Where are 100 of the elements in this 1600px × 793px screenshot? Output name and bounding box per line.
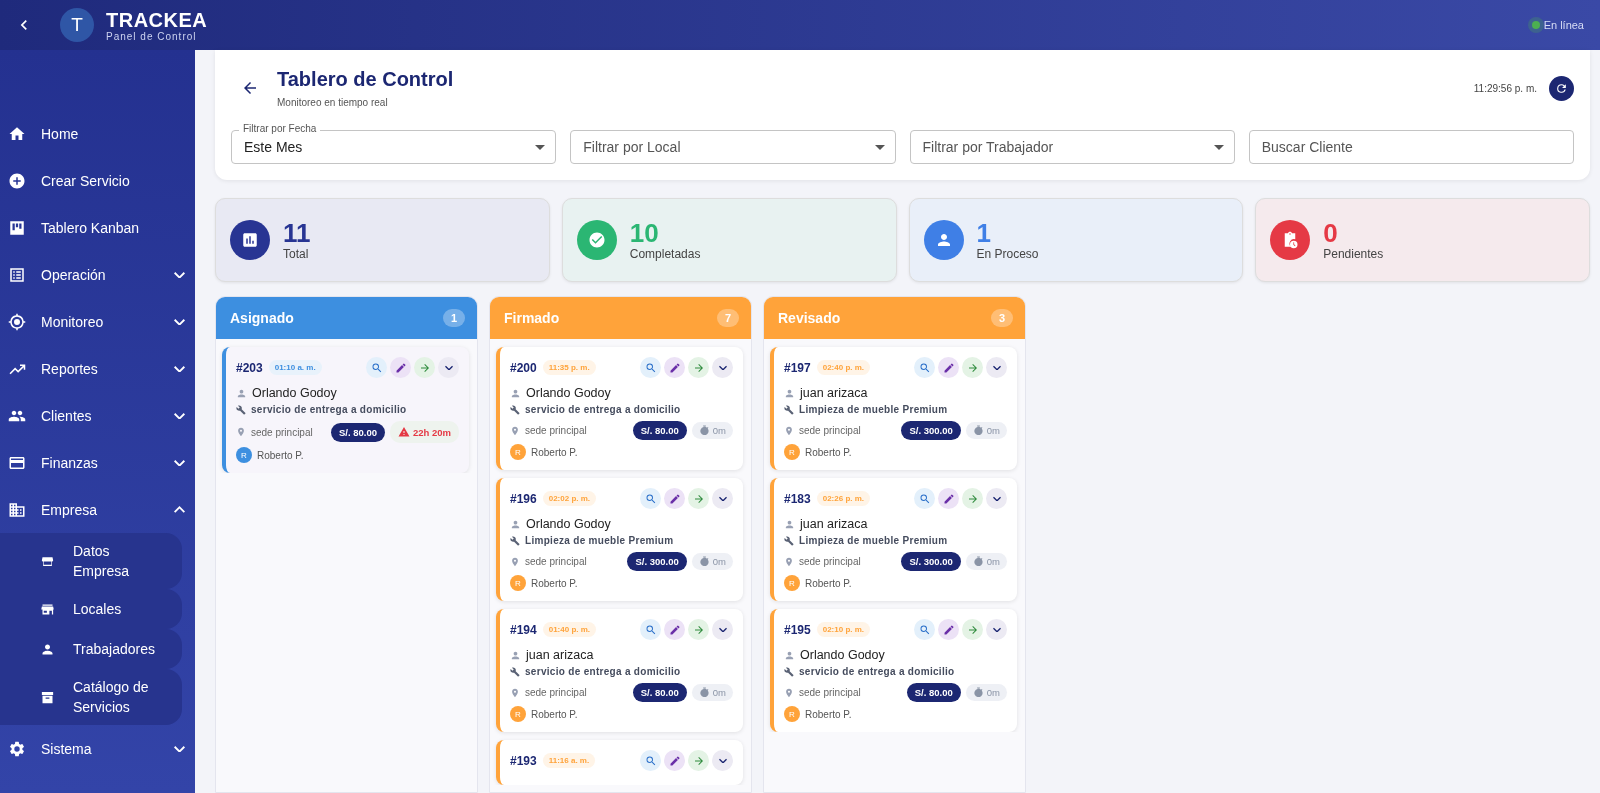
edit-button[interactable] — [664, 750, 685, 771]
pin-icon — [784, 425, 794, 436]
stopwatch-icon — [972, 425, 984, 436]
expand-button[interactable] — [438, 357, 459, 378]
crosshair-icon — [8, 312, 26, 331]
edit-button[interactable] — [938, 488, 959, 509]
elapsed-time-badge: 22h 20m — [389, 421, 459, 443]
expand-button[interactable] — [712, 357, 733, 378]
worker-avatar: R — [784, 575, 800, 591]
search-button[interactable] — [914, 357, 935, 378]
stat-label: Completadas — [629, 247, 701, 261]
stopwatch-icon — [972, 556, 984, 567]
chevron-down-icon — [718, 627, 727, 632]
elapsed-time-badge: 0m — [965, 684, 1007, 701]
select-field[interactable]: Filtrar por Local — [570, 130, 896, 164]
chevron-down-icon — [718, 365, 727, 370]
sidebar-item[interactable]: Home — [0, 110, 195, 157]
expand-button[interactable] — [712, 619, 733, 640]
field-placeholder: Filtrar por Trabajador — [922, 139, 1055, 155]
search-button[interactable] — [914, 488, 935, 509]
sidebar-item[interactable]: Tablero Kanban — [0, 204, 195, 251]
chevron-down-icon — [718, 758, 727, 763]
count-badge: 1 — [443, 309, 465, 327]
task-card[interactable]: #203 01:10 a. m. Orlando Godoy servicio de entrega a domicilio sede principal S/. 80.00 22h 20m R Roberto P. — [222, 347, 469, 473]
task-id: #197 — [784, 360, 811, 375]
pin-icon — [510, 687, 520, 698]
edit-button[interactable] — [664, 619, 685, 640]
edit-button[interactable] — [664, 357, 685, 378]
search-icon — [918, 492, 931, 505]
settings-icon — [8, 739, 26, 758]
elapsed-time-badge: 0m — [691, 684, 733, 701]
client-name: juan arizaca — [800, 517, 868, 531]
submenu-item[interactable]: Trabajadores — [0, 629, 182, 669]
task-card[interactable]: #193 11:16 a. m. — [496, 740, 743, 785]
count-badge: 3 — [991, 309, 1013, 327]
worker-avatar: R — [510, 706, 526, 722]
person-icon — [510, 387, 521, 399]
pencil-icon — [668, 623, 681, 636]
client-name: juan arizaca — [800, 386, 868, 400]
field-label: Filtrar por Fecha — [239, 123, 321, 135]
select-field[interactable]: Filtrar por Trabajador — [909, 130, 1235, 164]
expand-button[interactable] — [986, 488, 1007, 509]
chevron-down-icon — [174, 745, 185, 752]
search-button[interactable] — [640, 488, 661, 509]
sidebar-item[interactable]: Empresa — [0, 486, 195, 533]
submenu-item[interactable]: Locales — [0, 589, 182, 629]
search-button[interactable] — [640, 357, 661, 378]
search-button[interactable] — [914, 619, 935, 640]
edit-button[interactable] — [938, 357, 959, 378]
expand-button[interactable] — [986, 357, 1007, 378]
page-subtitle: Monitoreo en tiempo real — [277, 97, 389, 108]
client-name: Orlando Godoy — [526, 386, 611, 400]
task-card[interactable]: #195 02:10 p. m. Orlando Godoy servicio de entrega a domicilio sede principal S/. 80.00 0m R Roberto P. — [770, 609, 1017, 732]
clock-text: 11:29:56 p. m. — [1473, 82, 1537, 94]
search-button[interactable] — [640, 750, 661, 771]
worker-name: Roberto P. — [805, 577, 852, 589]
stopwatch-icon — [698, 556, 710, 567]
task-card[interactable]: #194 01:40 p. m. juan arizaca servicio de entrega a domicilio sede principal S/. 80.00 0m R Roberto P. — [496, 609, 743, 732]
submenu-item[interactable]: Datos Empresa — [0, 533, 182, 589]
task-card[interactable]: #196 02:02 p. m. Orlando Godoy Limpieza de mueble Premium sede principal S/. 300.00 0m R Roberto P. — [496, 478, 743, 601]
task-card[interactable]: #197 02:40 p. m. juan arizaca Limpieza de mueble Premium sede principal S/. 300.00 0m R Roberto P. — [770, 347, 1017, 470]
sidebar-item[interactable]: Monitoreo — [0, 298, 195, 345]
column-title: Revisado — [778, 310, 841, 326]
sidebar-item[interactable]: Crear Servicio — [0, 157, 195, 204]
arrow-right-icon — [692, 623, 705, 636]
edit-button[interactable] — [664, 488, 685, 509]
pin-icon — [784, 556, 794, 567]
price-badge: S/. 80.00 — [330, 422, 385, 442]
worker-name: Roberto P. — [805, 446, 852, 458]
search-icon — [918, 623, 931, 636]
service-name: servicio de entrega a domicilio — [525, 666, 681, 677]
pencil-icon — [668, 361, 681, 374]
expand-button[interactable] — [712, 488, 733, 509]
task-card[interactable]: #183 02:26 p. m. juan arizaca Limpieza de mueble Premium sede principal S/. 300.00 0m R Roberto P. — [770, 478, 1017, 601]
brand-name: TRACKEA — [106, 8, 208, 31]
pin-icon — [510, 425, 520, 436]
sidebar-item[interactable]: Reportes — [0, 345, 195, 392]
edit-button[interactable] — [938, 619, 959, 640]
sidebar-item[interactable]: Sistema — [0, 725, 195, 772]
expand-button[interactable] — [712, 750, 733, 771]
refresh-button[interactable] — [1549, 75, 1574, 101]
task-id: #193 — [510, 753, 537, 768]
time-pill: 02:02 p. m. — [542, 491, 597, 506]
person-icon — [510, 649, 521, 661]
submenu-item[interactable]: Catálogo de Servicios — [0, 669, 182, 725]
sidebar-item[interactable]: Operación — [0, 251, 195, 298]
edit-button[interactable] — [390, 357, 411, 378]
search-button[interactable] — [640, 619, 661, 640]
search-button[interactable] — [366, 357, 387, 378]
time-pill: 02:40 p. m. — [816, 360, 871, 375]
time-pill: 11:35 p. m. — [542, 360, 596, 375]
sidebar-item[interactable]: Finanzas — [0, 439, 195, 486]
client-name: Orlando Godoy — [526, 517, 611, 531]
task-card[interactable]: #200 11:35 p. m. Orlando Godoy servicio de entrega a domicilio sede principal S/. 80.00 0m R Roberto P. — [496, 347, 743, 470]
sidebar-item[interactable]: Clientes — [0, 392, 195, 439]
stat-label: Total — [283, 247, 310, 261]
search-field[interactable]: Buscar Cliente — [1248, 130, 1574, 164]
pin-icon — [236, 427, 246, 437]
expand-button[interactable] — [986, 619, 1007, 640]
location-text: sede principal — [525, 425, 587, 436]
